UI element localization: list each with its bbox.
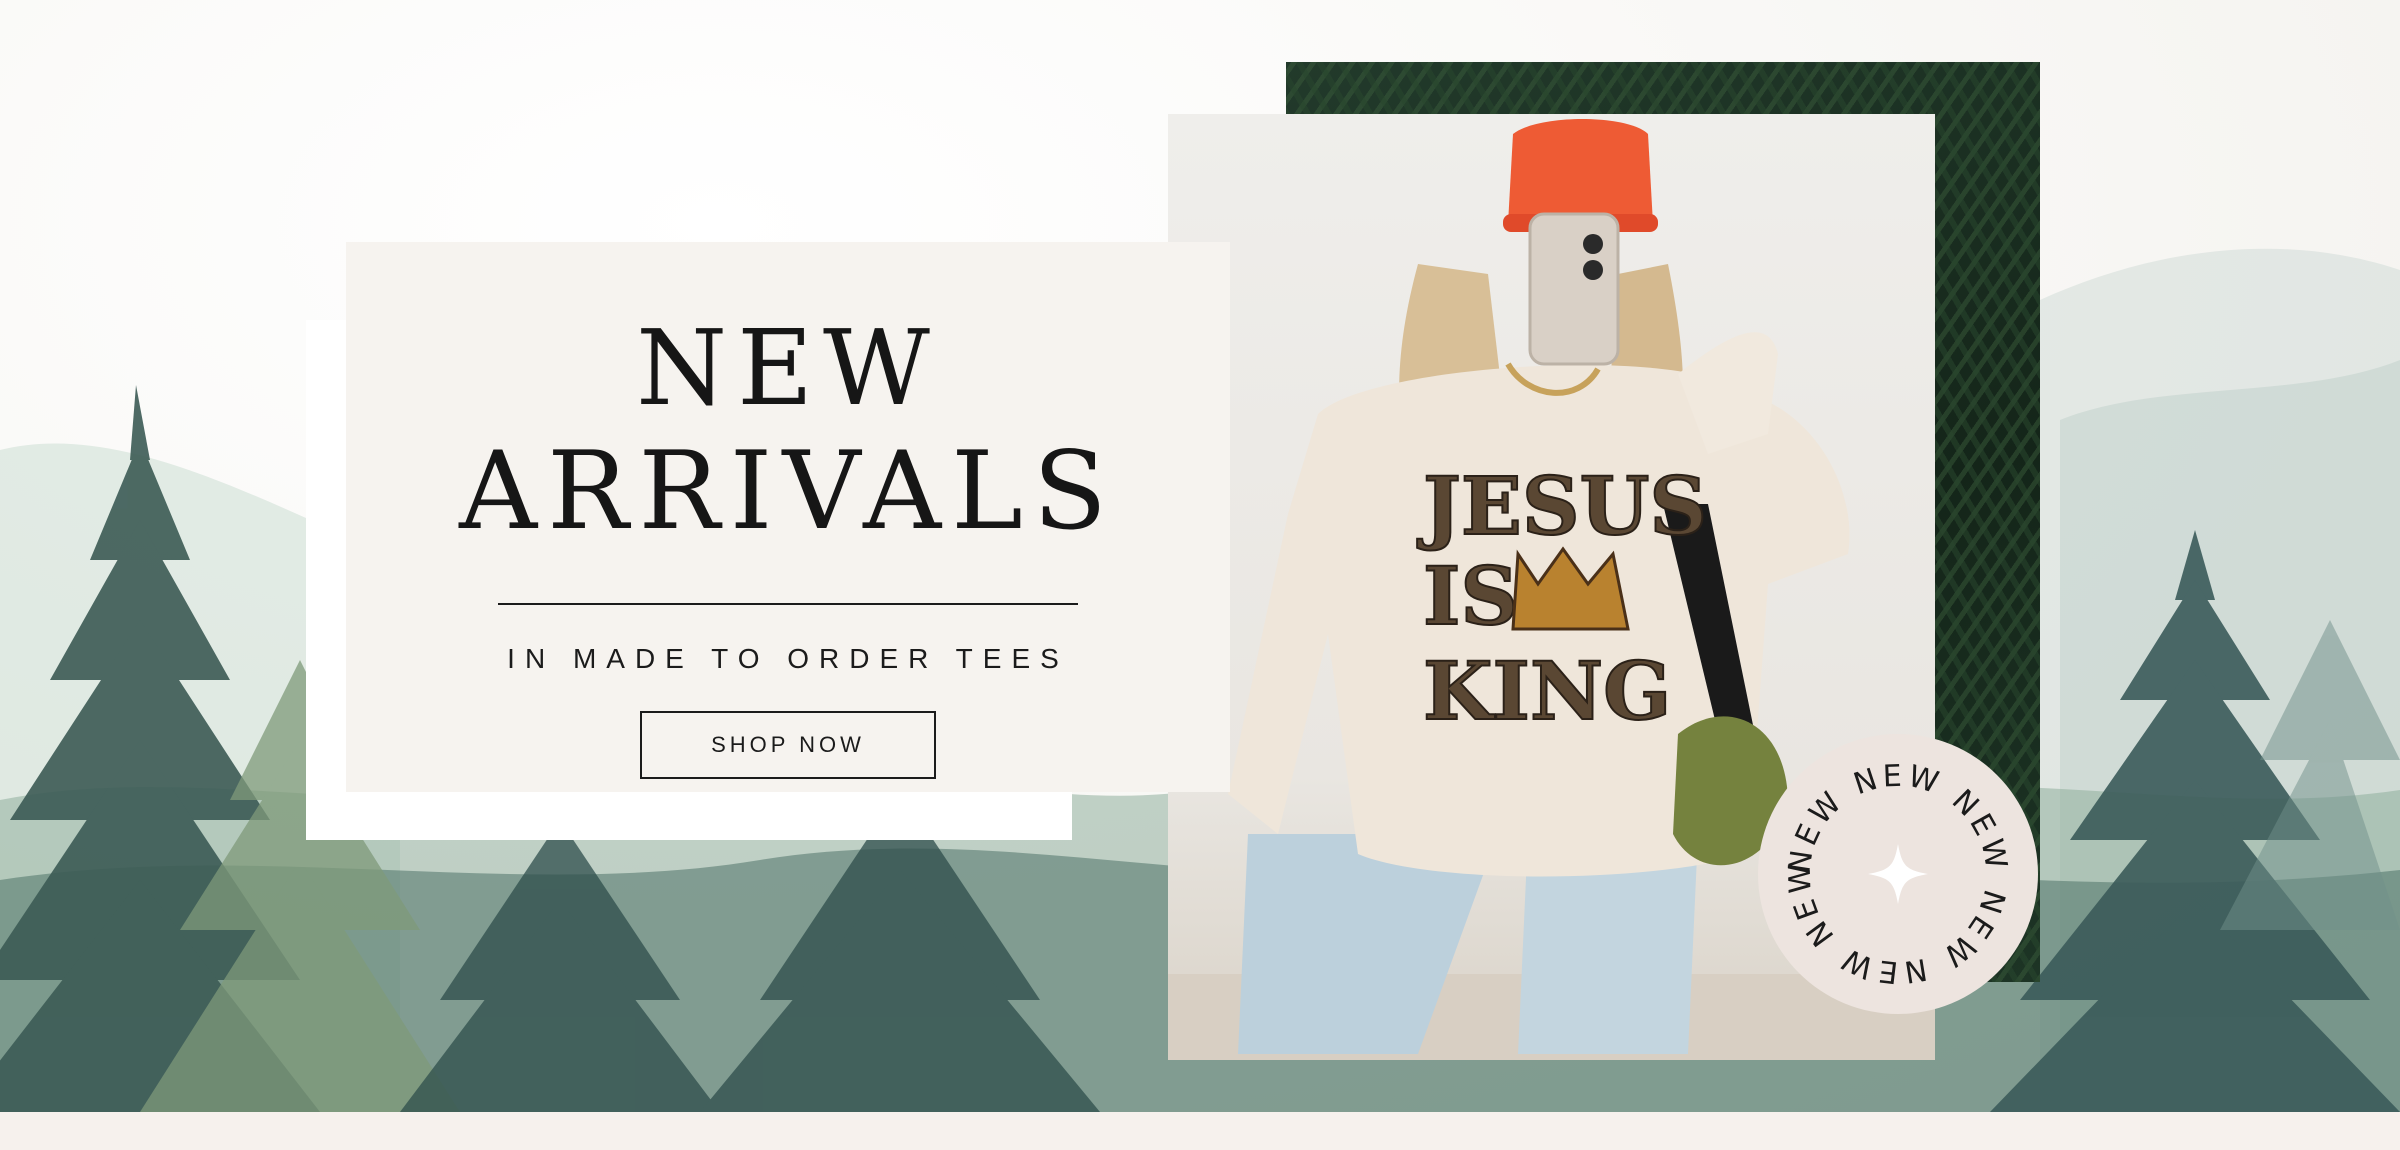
title-divider (498, 603, 1078, 606)
sparkle-icon (1868, 844, 1928, 904)
sweatshirt-print-line1: JESUS (1417, 459, 1707, 553)
new-badge: NEW NEW NEW NEW NEW NEW (1758, 734, 2038, 1014)
title-line-arrivals: ARRIVALS (459, 429, 1117, 554)
shop-now-button[interactable]: SHOP NOW (640, 711, 936, 780)
hero-banner: JESUS IS KING NEW ARRIVALS IN MADE TO OR… (0, 0, 2400, 1112)
footer-strip (0, 1112, 2400, 1150)
title-line-new: NEW (636, 307, 940, 429)
subtitle: IN MADE TO ORDER TEES (507, 643, 1069, 675)
promo-card: NEW ARRIVALS IN MADE TO ORDER TEES SHOP … (346, 242, 1230, 792)
svg-text:IS: IS (1423, 549, 1518, 643)
page-title: NEW ARRIVALS (459, 306, 1117, 554)
svg-text:KING: KING (1423, 644, 1671, 738)
